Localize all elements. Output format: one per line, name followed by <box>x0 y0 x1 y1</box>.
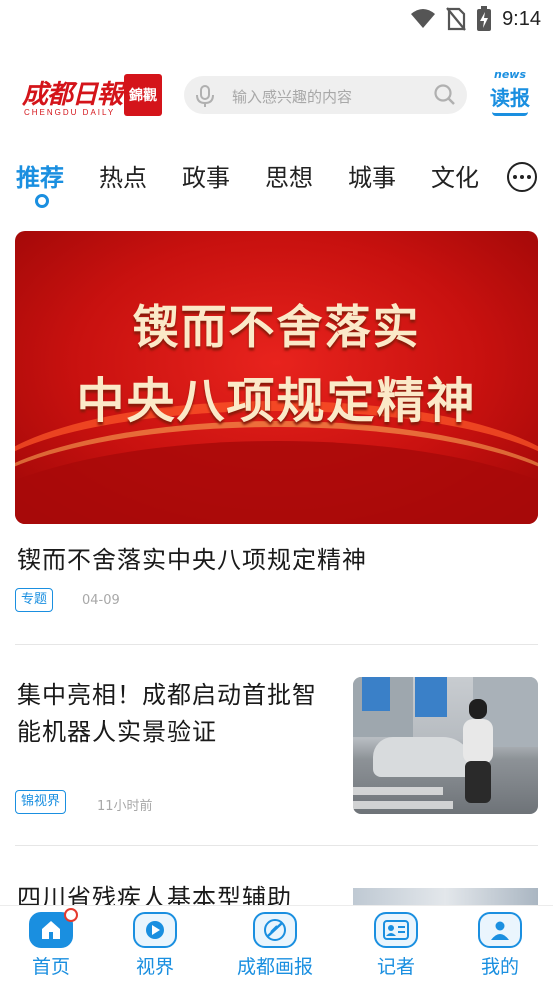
banner-headline-1: 锲而不舍落实 <box>132 300 421 354</box>
nav-mine[interactable]: 我的 <box>455 912 545 979</box>
microphone-icon[interactable] <box>194 84 216 108</box>
article-title[interactable]: 锲而不舍落实中央八项规定精神 <box>17 540 367 575</box>
play-icon <box>133 912 177 948</box>
wifi-icon <box>411 9 436 28</box>
article-tag[interactable]: 专题 <box>15 588 54 612</box>
nav-label: 视界 <box>135 956 174 978</box>
reporter-card-icon <box>374 912 418 948</box>
banner-headline-2: 中央八项规定精神 <box>76 373 477 429</box>
nav-reporter[interactable]: 记者 <box>351 912 441 979</box>
logo-subtitle: CHENGDU DAILY <box>24 108 116 117</box>
notification-badge <box>64 908 78 922</box>
nav-home[interactable]: 首页 <box>6 908 96 979</box>
search-bar[interactable]: 输入感兴趣的内容 <box>184 76 467 114</box>
nav-vision[interactable]: 视界 <box>110 912 200 979</box>
thumb-crosswalk <box>353 787 443 795</box>
brush-icon <box>253 912 297 948</box>
no-sim-icon <box>446 7 466 31</box>
nav-label: 我的 <box>480 956 519 978</box>
divider <box>15 845 538 846</box>
status-icons: 9:14 <box>410 6 541 32</box>
logo-badge: 錦觀 <box>124 74 162 116</box>
news-label: news <box>494 68 527 81</box>
active-tab-indicator <box>35 194 49 208</box>
status-time: 9:14 <box>502 7 541 30</box>
tab-recommend[interactable]: 推荐 <box>16 158 64 193</box>
thumb-robot <box>457 699 497 804</box>
tab-politics[interactable]: 政事 <box>182 158 230 193</box>
thumb-crosswalk <box>353 801 453 809</box>
article-thumbnail[interactable] <box>353 677 538 814</box>
divider <box>15 644 538 645</box>
logo-title: 成都日報 <box>22 80 123 110</box>
more-tabs-icon[interactable] <box>507 162 537 192</box>
search-placeholder[interactable]: 输入感兴趣的内容 <box>232 86 352 107</box>
nav-label: 首页 <box>31 956 70 978</box>
nav-label: 记者 <box>376 956 415 978</box>
user-icon <box>478 912 522 948</box>
chengdu-daily-logo[interactable]: 成都日報 CHENGDU DAILY 錦觀 <box>22 72 162 122</box>
article-date: 04-09 <box>82 593 120 608</box>
tab-thought[interactable]: 思想 <box>265 158 313 193</box>
read-newspaper-label: 读报 <box>490 86 530 110</box>
search-icon[interactable] <box>433 83 457 107</box>
home-icon <box>29 908 78 948</box>
nav-pictorial[interactable]: 成都画报 <box>230 912 320 979</box>
nav-label: 成都画报 <box>236 956 313 978</box>
tab-culture[interactable]: 文化 <box>431 158 479 193</box>
tab-city[interactable]: 城事 <box>348 158 396 193</box>
tab-hot[interactable]: 热点 <box>99 158 147 193</box>
article-title[interactable]: 集中亮相！成都启动首批智能机器人实景验证 <box>17 677 327 751</box>
bottom-navigation: 首页 视界 成都画报 记者 我的 <box>0 905 553 983</box>
read-newspaper-button[interactable]: news 读报 <box>488 68 532 122</box>
status-bar: 9:14 <box>0 0 553 40</box>
channel-tabs: 推荐 热点 政事 思想 城事 文化 <box>0 152 553 212</box>
app-header: 成都日報 CHENGDU DAILY 錦觀 输入感兴趣的内容 news 读报 <box>0 62 553 128</box>
battery-charging-icon <box>477 6 492 31</box>
newspaper-underline <box>492 112 528 116</box>
article-tag[interactable]: 锦视界 <box>15 790 67 814</box>
thumb-sign <box>415 677 447 717</box>
article-time: 11小时前 <box>97 799 153 814</box>
featured-banner[interactable]: 锲而不舍落实 中央八项规定精神 <box>15 231 538 524</box>
thumb-sign <box>362 677 390 711</box>
